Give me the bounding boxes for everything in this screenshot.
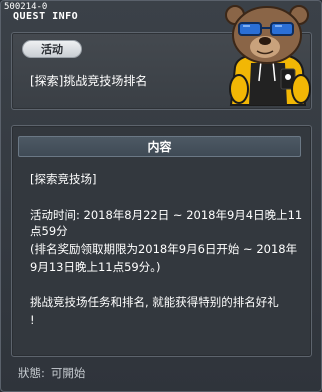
window-title: QUEST INFO (13, 11, 79, 22)
content-section-header: 内容 (18, 136, 301, 157)
content-line: 9月13日晚上11点59分。) (30, 260, 161, 274)
bear-mascot-image (225, 5, 311, 106)
content-line: ! (30, 313, 35, 327)
status-label: 狀態: (18, 366, 45, 380)
content-line: 挑战竞技场任务和排名, 就能获得特别的排名好礼 (30, 295, 279, 309)
status-value: 可開始 (50, 366, 86, 380)
quest-type-badge: 活动 (22, 40, 82, 58)
content-line: 点59分 (30, 224, 68, 238)
quest-name: [探索]挑战竞技场排名 (30, 74, 148, 88)
quest-status: 狀態: 可開始 (18, 365, 91, 381)
content-line: [探索竞技场] (30, 172, 97, 186)
content-line: 活动时间: 2018年8月22日 ~ 2018年9月4日晚上11 (30, 208, 303, 222)
content-line: (排名奖励领取期限为2018年9月6日开始 ~ 2018年 (30, 242, 298, 256)
quest-info-window: 500214-0 QUEST INFO 活动 [探索]挑战竞技场排名 内容 [探… (0, 0, 322, 392)
